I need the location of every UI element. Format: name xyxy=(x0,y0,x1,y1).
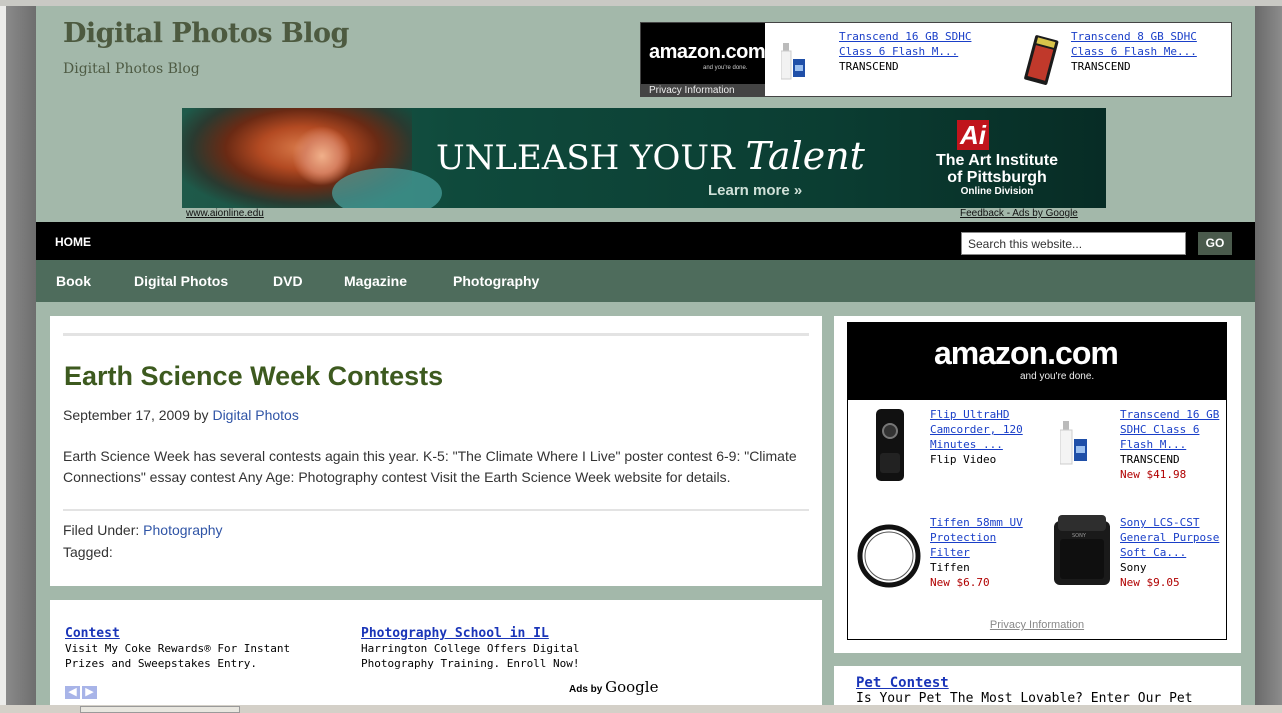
amazon-top-product-2: Transcend 8 GB SDHC Class 6 Flash Me... … xyxy=(1071,29,1231,74)
sidebar-product-4: Sony LCS-CST General Purpose Soft Ca... … xyxy=(1120,515,1230,590)
ads-by-google[interactable]: Ads by Google xyxy=(569,678,658,696)
search-go-button[interactable]: GO xyxy=(1198,232,1232,255)
art-institute-banner-ad[interactable]: UNLEASH YOUR Talent Learn more » Ai The … xyxy=(182,108,1106,208)
amazon-logo[interactable]: amazon.com and you're done. Privacy Info… xyxy=(641,23,766,97)
ad-text: Harrington College Offers Digital Photog… xyxy=(361,642,580,670)
camcorder-icon[interactable] xyxy=(874,409,906,481)
banner-learn-more[interactable]: Learn more » xyxy=(708,182,802,199)
product-title-link[interactable]: Tiffen 58mm UV Protection Filter xyxy=(930,515,1040,560)
amazon-logo-text: amazon.com xyxy=(934,335,1119,371)
primary-nav: HOME Search this website... GO xyxy=(36,222,1255,260)
ad-prev-icon[interactable]: ◀ xyxy=(65,686,80,699)
post-by: by xyxy=(193,407,209,423)
browser-status-bar xyxy=(0,705,1282,713)
product-title-link[interactable]: Transcend 16 GB SDHC Class 6 Flash M... xyxy=(1120,407,1230,452)
product-title-link[interactable]: Transcend 16 GB SDHC Class 6 Flash M... xyxy=(839,29,999,59)
amazon-privacy-link[interactable]: Privacy Information xyxy=(848,619,1226,631)
nav-category-book[interactable]: Book xyxy=(56,273,91,289)
institute-name: The Art Institute of Pittsburgh Online D… xyxy=(935,152,1059,197)
product-brand: Flip Video xyxy=(930,453,997,466)
post-title[interactable]: Earth Science Week Contests xyxy=(64,361,443,392)
product-title-link[interactable]: Sony LCS-CST General Purpose Soft Ca... xyxy=(1120,515,1230,560)
usb-card-reader-icon[interactable] xyxy=(1060,421,1088,469)
usb-card-reader-icon[interactable] xyxy=(781,43,807,85)
ad-item: Contest Visit My Coke Rewards® For Insta… xyxy=(65,626,335,671)
amazon-logo-text: amazon.com xyxy=(649,41,766,63)
ai-logo: Ai xyxy=(957,120,989,150)
browser-left-gutter xyxy=(0,6,36,713)
ad-title-link[interactable]: Pet Contest xyxy=(856,676,1236,691)
post-meta: September 17, 2009 by Digital Photos xyxy=(63,407,299,423)
amazon-top-product-1: Transcend 16 GB SDHC Class 6 Flash M... … xyxy=(839,29,999,74)
product-title-link[interactable]: Transcend 8 GB SDHC Class 6 Flash Me... xyxy=(1071,29,1231,59)
nav-category-photography[interactable]: Photography xyxy=(453,273,539,289)
ad-text: Is Your Pet The Most Lovable? Enter Our … xyxy=(856,691,1193,706)
product-price: New $9.05 xyxy=(1120,576,1180,589)
nav-category-digital-photos[interactable]: Digital Photos xyxy=(134,273,228,289)
product-brand: TRANSCEND xyxy=(1120,453,1180,466)
amazon-privacy-link[interactable]: Privacy Information xyxy=(641,84,765,97)
nav-category-dvd[interactable]: DVD xyxy=(273,273,303,289)
post-author-link[interactable]: Digital Photos xyxy=(212,407,298,423)
amazon-sidebar-widget: amazon.com and you're done. Flip UltraHD… xyxy=(834,316,1241,653)
browser-scrollbar[interactable] xyxy=(1255,6,1282,713)
divider xyxy=(63,333,809,336)
nav-home-link[interactable]: HOME xyxy=(55,235,91,249)
page: Digital Photos Blog Digital Photos Blog … xyxy=(36,6,1255,707)
nav-category-magazine[interactable]: Magazine xyxy=(344,273,407,289)
product-brand: TRANSCEND xyxy=(839,60,899,73)
banner-headline: UNLEASH YOUR Talent xyxy=(436,134,865,178)
ad-item: Photography School in IL Harrington Coll… xyxy=(361,626,621,671)
product-brand: Tiffen xyxy=(930,561,970,574)
amazon-top-widget: amazon.com and you're done. Privacy Info… xyxy=(640,22,1232,97)
banner-url-link[interactable]: www.aionline.edu xyxy=(186,208,264,219)
sidebar-product-2: Transcend 16 GB SDHC Class 6 Flash M... … xyxy=(1120,407,1230,482)
amazon-tagline: and you're done. xyxy=(703,65,748,71)
blog-title[interactable]: Digital Photos Blog xyxy=(63,18,349,49)
sidebar-ad: Pet Contest Is Your Pet The Most Lovable… xyxy=(834,666,1241,707)
post-filed-under: Filed Under: Photography xyxy=(63,522,223,538)
ad-title-link[interactable]: Photography School in IL xyxy=(361,626,621,641)
blog-post: Earth Science Week Contests September 17… xyxy=(50,316,822,586)
ad-next-icon[interactable]: ▶ xyxy=(82,686,97,699)
sidebar-product-3: Tiffen 58mm UV Protection Filter Tiffen … xyxy=(930,515,1040,590)
product-brand: Sony xyxy=(1120,561,1147,574)
google-ads-block: Contest Visit My Coke Rewards® For Insta… xyxy=(50,600,822,707)
product-price: New $41.98 xyxy=(1120,468,1187,481)
search-input[interactable]: Search this website... xyxy=(961,232,1186,255)
ad-text: Visit My Coke Rewards® For Instant Prize… xyxy=(65,642,291,670)
amazon-tagline: and you're done. xyxy=(1020,371,1095,382)
post-body: Earth Science Week has several contests … xyxy=(63,448,797,485)
sidebar-product-1: Flip UltraHD Camcorder, 120 Minutes ... … xyxy=(930,407,1040,467)
post-date: September 17, 2009 xyxy=(63,407,190,423)
ads-feedback-link[interactable]: Feedback - Ads by Google xyxy=(960,208,1078,219)
ad-item: Pet Contest Is Your Pet The Most Lovable… xyxy=(856,676,1236,707)
category-nav: Book Digital Photos DVD Magazine Photogr… xyxy=(36,260,1255,302)
sd-card-icon[interactable] xyxy=(1021,33,1061,89)
lens-filter-icon[interactable] xyxy=(856,523,922,589)
banner-photo xyxy=(182,108,442,208)
product-title-link[interactable]: Flip UltraHD Camcorder, 120 Minutes ... xyxy=(930,407,1040,452)
amazon-logo[interactable]: amazon.com and you're done. xyxy=(848,323,1226,400)
product-price: New $6.70 xyxy=(930,576,990,589)
ad-title-link[interactable]: Contest xyxy=(65,626,335,641)
camera-case-icon[interactable]: SONY xyxy=(1050,513,1114,589)
post-category-link[interactable]: Photography xyxy=(143,522,222,538)
product-brand: TRANSCEND xyxy=(1071,60,1131,73)
divider xyxy=(63,509,809,511)
ad-nav-arrows: ◀ ▶ xyxy=(65,682,99,700)
status-bar-tab[interactable] xyxy=(80,706,240,713)
post-tagged: Tagged: xyxy=(63,544,113,560)
blog-description: Digital Photos Blog xyxy=(63,61,200,77)
svg-text:SONY: SONY xyxy=(1072,533,1087,539)
